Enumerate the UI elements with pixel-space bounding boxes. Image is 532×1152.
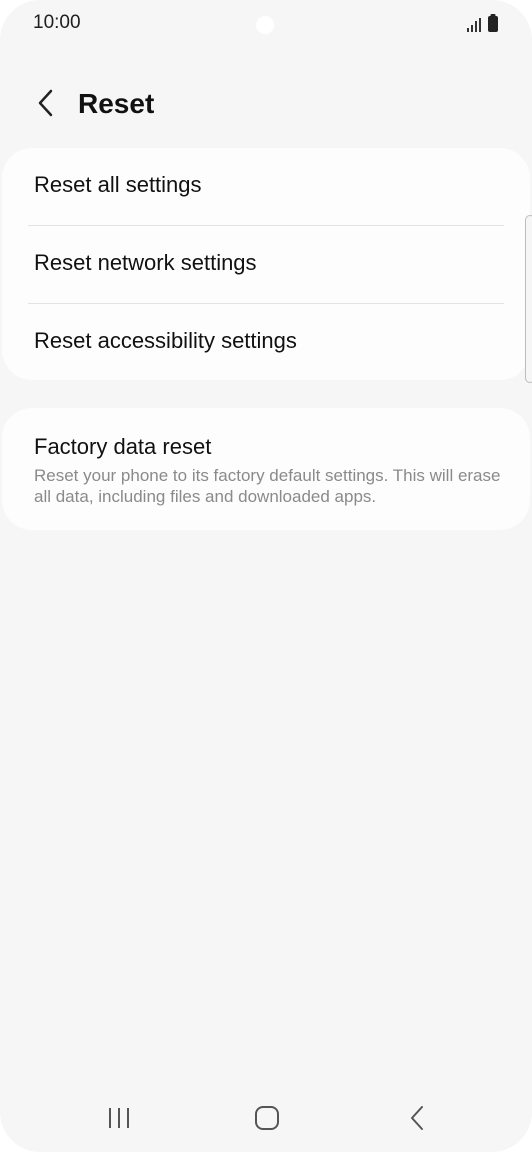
factory-data-reset-title: Factory data reset: [34, 434, 212, 459]
status-time: 10:00: [33, 12, 81, 33]
reset-options-card: Reset all settings Reset network setting…: [2, 148, 530, 380]
reset-accessibility-settings-label: Reset accessibility settings: [34, 328, 297, 353]
reset-network-settings-item[interactable]: Reset network settings: [2, 226, 530, 303]
page-title: Reset: [78, 88, 155, 119]
back-button[interactable]: [26, 85, 66, 125]
scrollbar[interactable]: [525, 215, 532, 383]
back-icon: [408, 1105, 426, 1136]
battery-icon: [487, 14, 499, 39]
reset-all-settings-item[interactable]: Reset all settings: [2, 148, 530, 225]
header: Reset: [0, 70, 532, 140]
front-camera: [256, 16, 274, 34]
signal-icon: [466, 17, 482, 38]
reset-all-settings-label: Reset all settings: [34, 172, 202, 197]
reset-accessibility-settings-item[interactable]: Reset accessibility settings: [2, 304, 530, 381]
recent-apps-icon: [107, 1106, 131, 1135]
factory-data-reset-item[interactable]: Factory data reset Reset your phone to i…: [2, 408, 530, 530]
reset-network-settings-label: Reset network settings: [34, 250, 257, 275]
chevron-left-icon: [35, 89, 57, 122]
nav-back-button[interactable]: [387, 1092, 447, 1148]
factory-data-reset-description: Reset your phone to its factory default …: [34, 466, 501, 506]
home-button[interactable]: [237, 1092, 297, 1148]
navigation-bar: [0, 1084, 532, 1152]
home-icon: [254, 1105, 280, 1136]
recent-apps-button[interactable]: [89, 1092, 149, 1148]
reset-screen: 10:00 Reset Reset all settings Reset net…: [0, 0, 532, 1152]
status-bar: 10:00: [0, 0, 532, 48]
